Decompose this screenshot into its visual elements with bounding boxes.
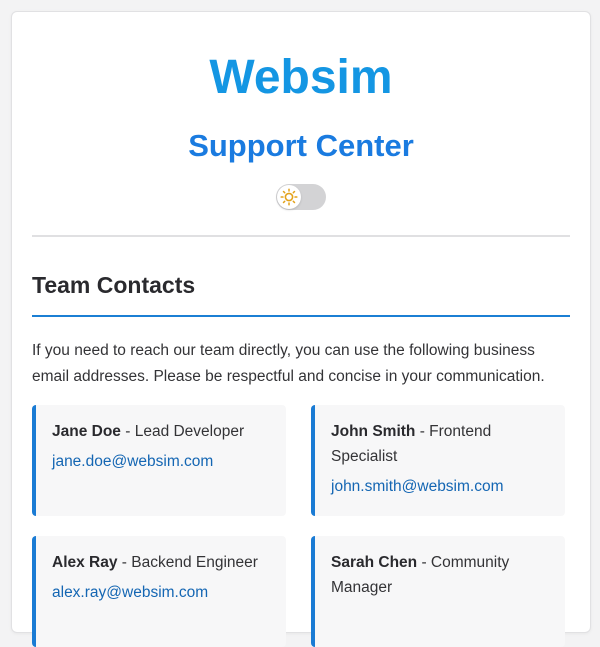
contact-heading: Alex Ray - Backend Engineer [52,550,272,575]
contact-name: John Smith [331,423,416,440]
intro-paragraph: If you need to reach our team directly, … [32,342,545,385]
contact-email-link[interactable]: alex.ray@websim.com [52,580,272,605]
section-underline [32,315,570,317]
contact-card-alex: Alex Ray - Backend Engineer alex.ray@web… [32,536,286,647]
contact-name: Alex Ray [52,554,118,571]
contact-separator: - [415,423,430,440]
contact-separator: - [120,423,135,440]
contact-heading: Jane Doe - Lead Developer [52,419,272,444]
contact-card-jane: Jane Doe - Lead Developer jane.doe@websi… [32,405,286,516]
contact-separator: - [117,554,132,571]
contact-heading: Sarah Chen - Community Manager [331,550,551,600]
contact-heading: John Smith - Frontend Specialist [331,419,551,469]
brand-title: Websim [209,51,393,104]
contact-card-john: John Smith - Frontend Specialist john.sm… [311,405,565,516]
contact-separator: - [417,554,431,571]
contact-role: Lead Developer [134,423,245,440]
page-container: Websim Support Center Team Contacts If y… [11,11,591,647]
contact-email-link[interactable]: john.smith@websim.com [331,474,551,499]
toggle-knob [277,185,301,209]
sun-icon [280,188,298,206]
header-divider [32,235,570,237]
page-subtitle: Support Center [188,128,414,163]
contact-name: Sarah Chen [331,554,418,571]
contact-email-link[interactable]: jane.doe@websim.com [52,449,272,474]
contact-name: Jane Doe [52,423,121,440]
theme-toggle[interactable] [276,184,326,210]
section-title: Team Contacts [32,272,196,298]
contact-card-sarah: Sarah Chen - Community Manager [311,536,565,647]
contact-role: Backend Engineer [131,554,258,571]
